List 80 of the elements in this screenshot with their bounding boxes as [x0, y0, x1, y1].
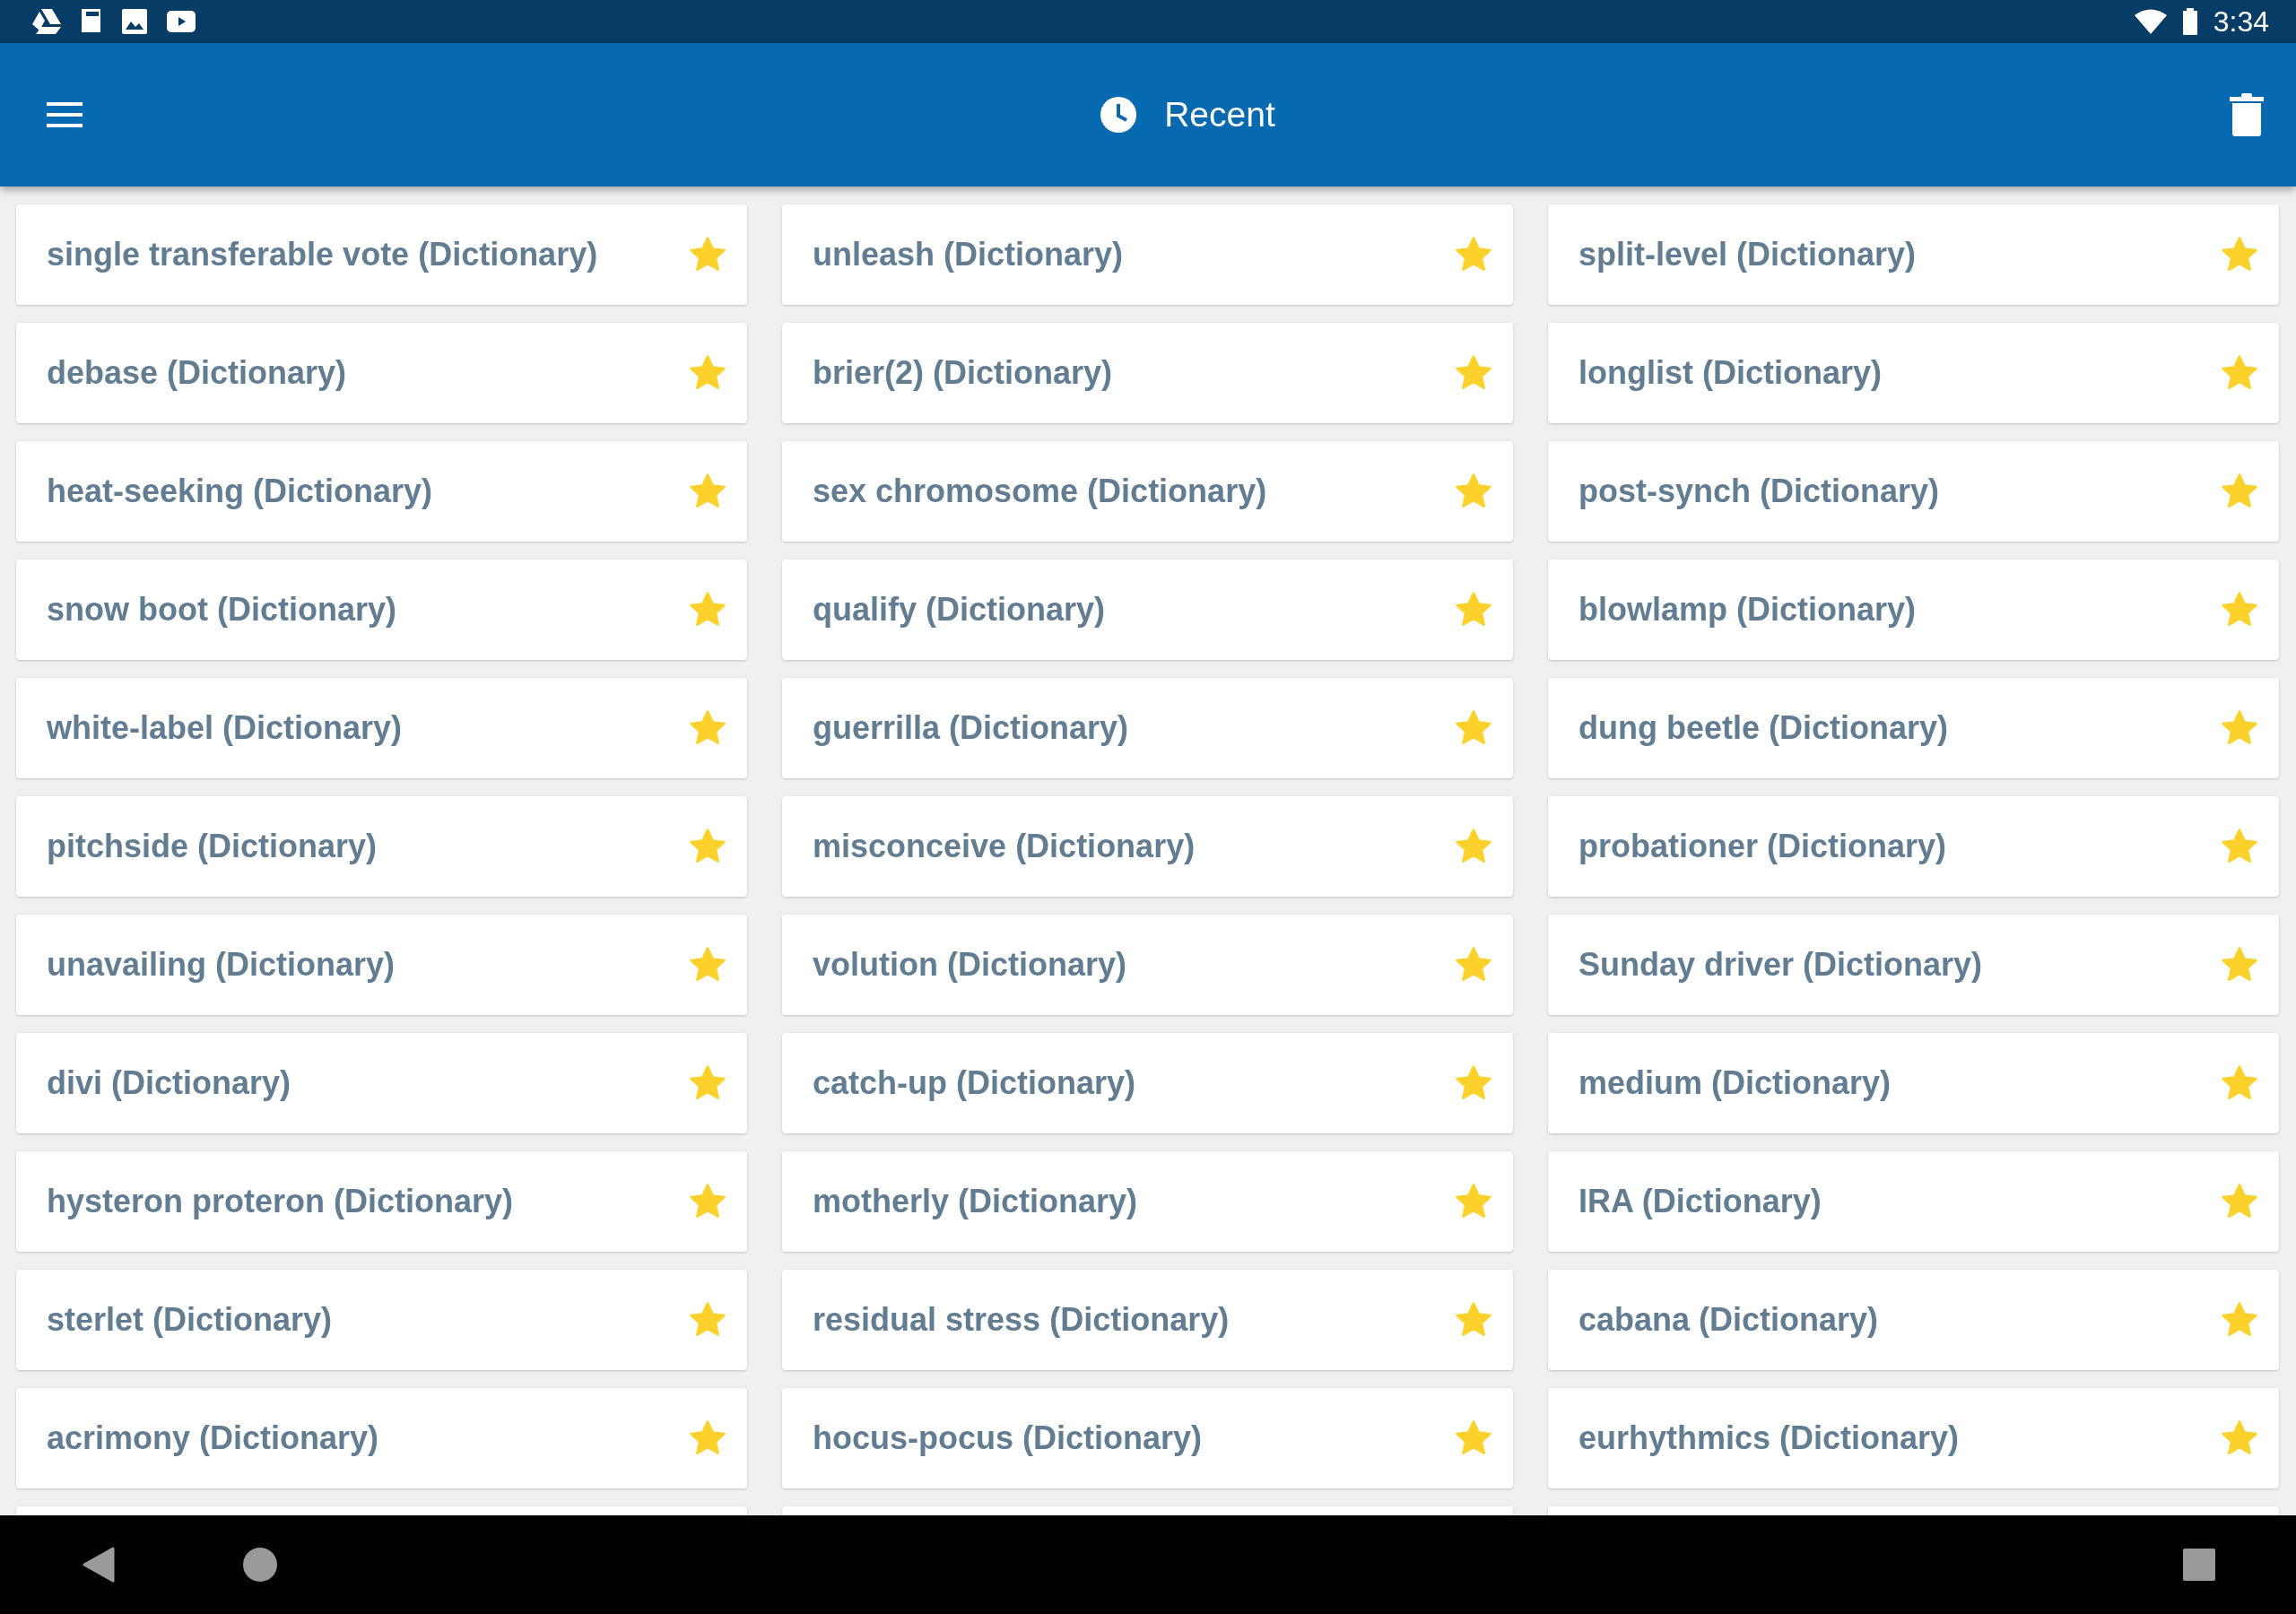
history-item[interactable]: acrimony (Dictionary)	[16, 1388, 747, 1488]
history-item[interactable]: guerrilla (Dictionary)	[782, 678, 1513, 778]
entry-label: snow boot (Dictionary)	[47, 591, 397, 629]
history-item[interactable]: medium (Dictionary)	[1548, 1033, 2279, 1133]
history-item[interactable]: cabana (Dictionary)	[1548, 1270, 2279, 1370]
entry-label: hocus-pocus (Dictionary)	[813, 1419, 1204, 1457]
recents-button[interactable]	[2183, 1549, 2215, 1581]
entry-label: sterlet (Dictionary)	[47, 1301, 334, 1339]
entry-label: post-synch (Dictionary)	[1578, 473, 1941, 510]
history-item[interactable]: pitchside (Dictionary)	[16, 796, 747, 897]
entry-label: eurhythmics (Dictionary)	[1578, 1419, 1961, 1457]
entry-label: Sunday driver (Dictionary)	[1578, 946, 1984, 984]
entry-label: probationer (Dictionary)	[1578, 828, 1948, 865]
history-item[interactable]: white-label (Dictionary)	[16, 678, 747, 778]
history-item[interactable]: hocus-pocus (Dictionary)	[782, 1388, 1513, 1488]
entry-label: white-label (Dictionary)	[47, 709, 404, 747]
history-item[interactable]: motherly (Dictionary)	[782, 1151, 1513, 1252]
entry-label: sex chromosome (Dictionary)	[813, 473, 1268, 510]
history-item[interactable]: catch-up (Dictionary)	[782, 1033, 1513, 1133]
entry-label: IRA (Dictionary)	[1578, 1183, 1822, 1220]
entry-label: heat-seeking (Dictionary)	[47, 473, 434, 510]
entry-label: volution (Dictionary)	[813, 946, 1127, 984]
entry-label: debase (Dictionary)	[47, 354, 348, 392]
screen-title: Recent	[1164, 95, 1275, 134]
wifi-icon	[2134, 9, 2167, 34]
clock-icon	[1100, 96, 1138, 134]
history-item[interactable]: hysteron proteron (Dictionary)	[16, 1151, 747, 1252]
history-item[interactable]: volution (Dictionary)	[782, 915, 1513, 1015]
entry-label: divi (Dictionary)	[47, 1064, 292, 1102]
history-item[interactable]: brier(2) (Dictionary)	[782, 323, 1513, 423]
history-item[interactable]: split-level (Dictionary)	[1548, 204, 2279, 305]
history-item[interactable]: probationer (Dictionary)	[1548, 796, 2279, 897]
entry-label: motherly (Dictionary)	[813, 1183, 1139, 1220]
history-item[interactable]: misconceive (Dictionary)	[782, 796, 1513, 897]
history-item[interactable]: eurhythmics (Dictionary)	[1548, 1388, 2279, 1488]
history-item[interactable]: heat-seeking (Dictionary)	[16, 441, 747, 542]
entry-label: single transferable vote (Dictionary)	[47, 236, 599, 273]
entry-label: unavailing (Dictionary)	[47, 946, 396, 984]
entry-label: unleash (Dictionary)	[813, 236, 1125, 273]
history-item[interactable]: IRA (Dictionary)	[1548, 1151, 2279, 1252]
entry-label: blowlamp (Dictionary)	[1578, 591, 1918, 629]
history-item[interactable]: blowlamp (Dictionary)	[1548, 560, 2279, 660]
history-item[interactable]: post-synch (Dictionary)	[1548, 441, 2279, 542]
delete-button[interactable]	[2230, 93, 2266, 136]
back-button[interactable]	[83, 1547, 117, 1583]
history-item[interactable]: sex chromosome (Dictionary)	[782, 441, 1513, 542]
menu-button[interactable]	[47, 102, 83, 127]
entry-label: misconceive (Dictionary)	[813, 828, 1196, 865]
entry-label: guerrilla (Dictionary)	[813, 709, 1130, 747]
battery-icon	[2182, 8, 2197, 35]
entry-label: qualify (Dictionary)	[813, 591, 1107, 629]
play-icon	[167, 11, 196, 32]
triangle-logo-icon	[32, 9, 61, 34]
history-item[interactable]: single transferable vote (Dictionary)	[16, 204, 747, 305]
home-button[interactable]	[242, 1547, 278, 1583]
entry-label: residual stress (Dictionary)	[813, 1301, 1231, 1339]
entry-label: brier(2) (Dictionary)	[813, 354, 1114, 392]
entry-label: hysteron proteron (Dictionary)	[47, 1183, 515, 1220]
history-item[interactable]: dung beetle (Dictionary)	[1548, 678, 2279, 778]
history-item[interactable]: unavailing (Dictionary)	[16, 915, 747, 1015]
history-item[interactable]: debase (Dictionary)	[16, 323, 747, 423]
entry-label: pitchside (Dictionary)	[47, 828, 378, 865]
status-time: 3:34	[2213, 4, 2269, 39]
entry-label: split-level (Dictionary)	[1578, 236, 1918, 273]
entry-label: acrimony (Dictionary)	[47, 1419, 380, 1457]
history-item[interactable]: divi (Dictionary)	[16, 1033, 747, 1133]
entry-label: catch-up (Dictionary)	[813, 1064, 1137, 1102]
history-item[interactable]: Sunday driver (Dictionary)	[1548, 915, 2279, 1015]
entry-label: dung beetle (Dictionary)	[1578, 709, 1950, 747]
history-item[interactable]: residual stress (Dictionary)	[782, 1270, 1513, 1370]
entry-label: longlist (Dictionary)	[1578, 354, 1883, 392]
entry-label: medium (Dictionary)	[1578, 1064, 1892, 1102]
history-item[interactable]: unleash (Dictionary)	[782, 204, 1513, 305]
entry-label: cabana (Dictionary)	[1578, 1301, 1880, 1339]
history-item[interactable]: longlist (Dictionary)	[1548, 323, 2279, 423]
history-item[interactable]: qualify (Dictionary)	[782, 560, 1513, 660]
history-item[interactable]: sterlet (Dictionary)	[16, 1270, 747, 1370]
book-icon	[81, 8, 102, 35]
image-icon	[122, 9, 147, 34]
history-item[interactable]: snow boot (Dictionary)	[16, 560, 747, 660]
